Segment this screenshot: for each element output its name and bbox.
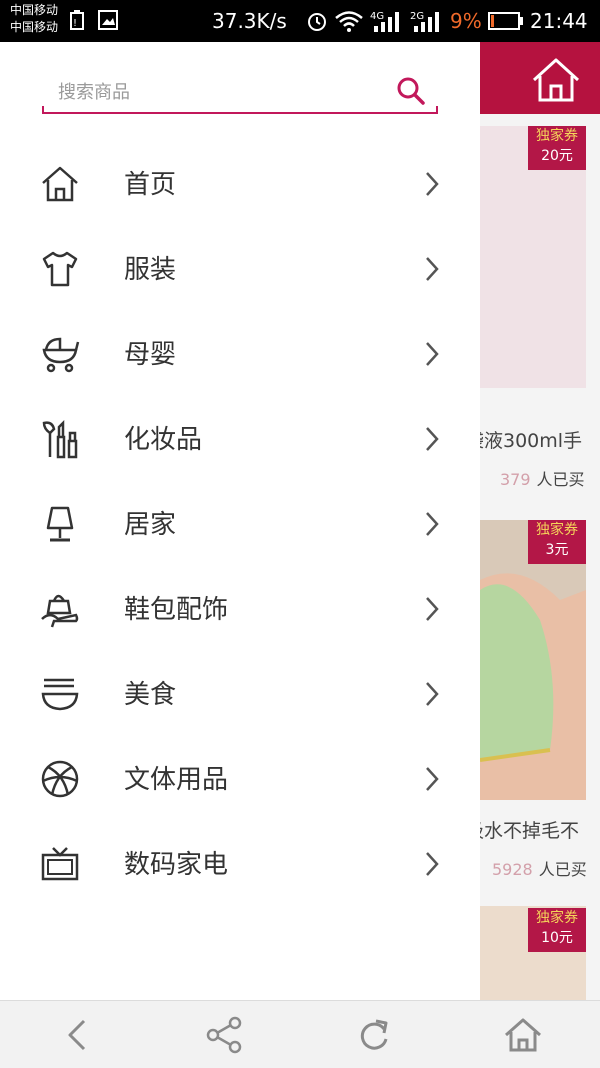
status-bar: 中国移动 中国移动 ! 37.3K/s 4G 2G 9% 21:44: [0, 0, 600, 42]
carrier-1: 中国移动: [10, 3, 59, 17]
search-box: [42, 72, 438, 114]
menu-item-label: 美食: [124, 680, 177, 710]
menu-item-baby[interactable]: 母婴: [0, 312, 480, 397]
chevron-right-icon: [426, 682, 439, 706]
menu-item-food[interactable]: 美食: [0, 652, 480, 737]
product-title[interactable]: 袋液300ml手: [465, 426, 582, 453]
menu-item-label: 数码家电: [124, 850, 229, 880]
coupon-badge: 独家券 3元: [528, 520, 586, 564]
menu-item-sports[interactable]: 文体用品: [0, 737, 480, 822]
tshirt-icon: [42, 251, 78, 287]
stroller-icon: [42, 337, 80, 373]
ball-icon: [41, 760, 79, 798]
wifi-icon: [335, 11, 363, 32]
menu-item-label: 服装: [124, 255, 177, 285]
product-title[interactable]: 吸水不掉毛不: [465, 816, 579, 843]
product-sold: 5928 人已买: [492, 860, 587, 879]
category-drawer: 首页 服装 母婴: [0, 42, 480, 1000]
battery-warning-icon: !: [70, 10, 84, 30]
clock: 21:44: [530, 9, 588, 33]
alarm-icon: [308, 13, 326, 31]
home-icon[interactable]: [503, 1015, 543, 1055]
search-input[interactable]: [56, 78, 380, 106]
category-menu: 首页 服装 母婴 化妆品 居家 鞋包配饰 美食 文体用品 数码家电: [0, 142, 480, 907]
chevron-right-icon: [426, 597, 439, 621]
refresh-icon[interactable]: [354, 1015, 394, 1055]
menu-item-electronics[interactable]: 数码家电: [0, 822, 480, 907]
battery-icon: [488, 12, 523, 30]
noodle-bowl-icon: [41, 678, 79, 711]
product-sold: 379 人已买: [500, 470, 585, 489]
menu-item-cosmetics[interactable]: 化妆品: [0, 397, 480, 482]
coupon-badge: 独家券 20元: [528, 126, 586, 170]
chevron-right-icon: [426, 172, 439, 196]
bottom-toolbar: [0, 1000, 600, 1068]
back-icon[interactable]: [58, 1015, 98, 1055]
menu-item-label: 文体用品: [124, 765, 229, 795]
carrier-labels: 中国移动 中国移动: [10, 2, 58, 36]
chevron-right-icon: [426, 852, 439, 876]
menu-item-household[interactable]: 居家: [0, 482, 480, 567]
menu-item-clothing[interactable]: 服装: [0, 227, 480, 312]
network-speed: 37.3K/s: [212, 9, 287, 33]
home-icon: [42, 166, 78, 202]
chevron-right-icon: [426, 427, 439, 451]
menu-item-label: 首页: [124, 170, 177, 200]
share-icon[interactable]: [205, 1015, 245, 1055]
carrier-2: 中国移动: [10, 20, 59, 34]
chevron-right-icon: [426, 512, 439, 536]
chevron-right-icon: [426, 257, 439, 281]
menu-item-label: 鞋包配饰: [124, 595, 229, 625]
menu-item-label: 居家: [124, 510, 177, 540]
chevron-right-icon: [426, 767, 439, 791]
search-border-left: [42, 106, 44, 114]
cosmetics-icon: [42, 419, 78, 459]
image-icon: [98, 10, 118, 30]
signal-icon-2: [414, 12, 439, 32]
chevron-right-icon: [426, 342, 439, 366]
signal-icon-1: [374, 12, 399, 32]
menu-item-home[interactable]: 首页: [0, 142, 480, 227]
menu-item-label: 母婴: [124, 340, 177, 370]
lamp-icon: [46, 506, 74, 542]
search-border-right: [436, 106, 438, 114]
battery-percent: 9%: [450, 9, 482, 33]
tv-icon: [41, 847, 79, 881]
coupon-badge: 独家券 10元: [528, 908, 586, 952]
shoe-bag-icon: [41, 594, 79, 628]
search-icon[interactable]: [396, 76, 426, 106]
menu-item-shoes-bags[interactable]: 鞋包配饰: [0, 567, 480, 652]
home-icon[interactable]: [530, 56, 582, 104]
svg-text:!: !: [73, 18, 77, 29]
menu-item-label: 化妆品: [124, 425, 203, 455]
